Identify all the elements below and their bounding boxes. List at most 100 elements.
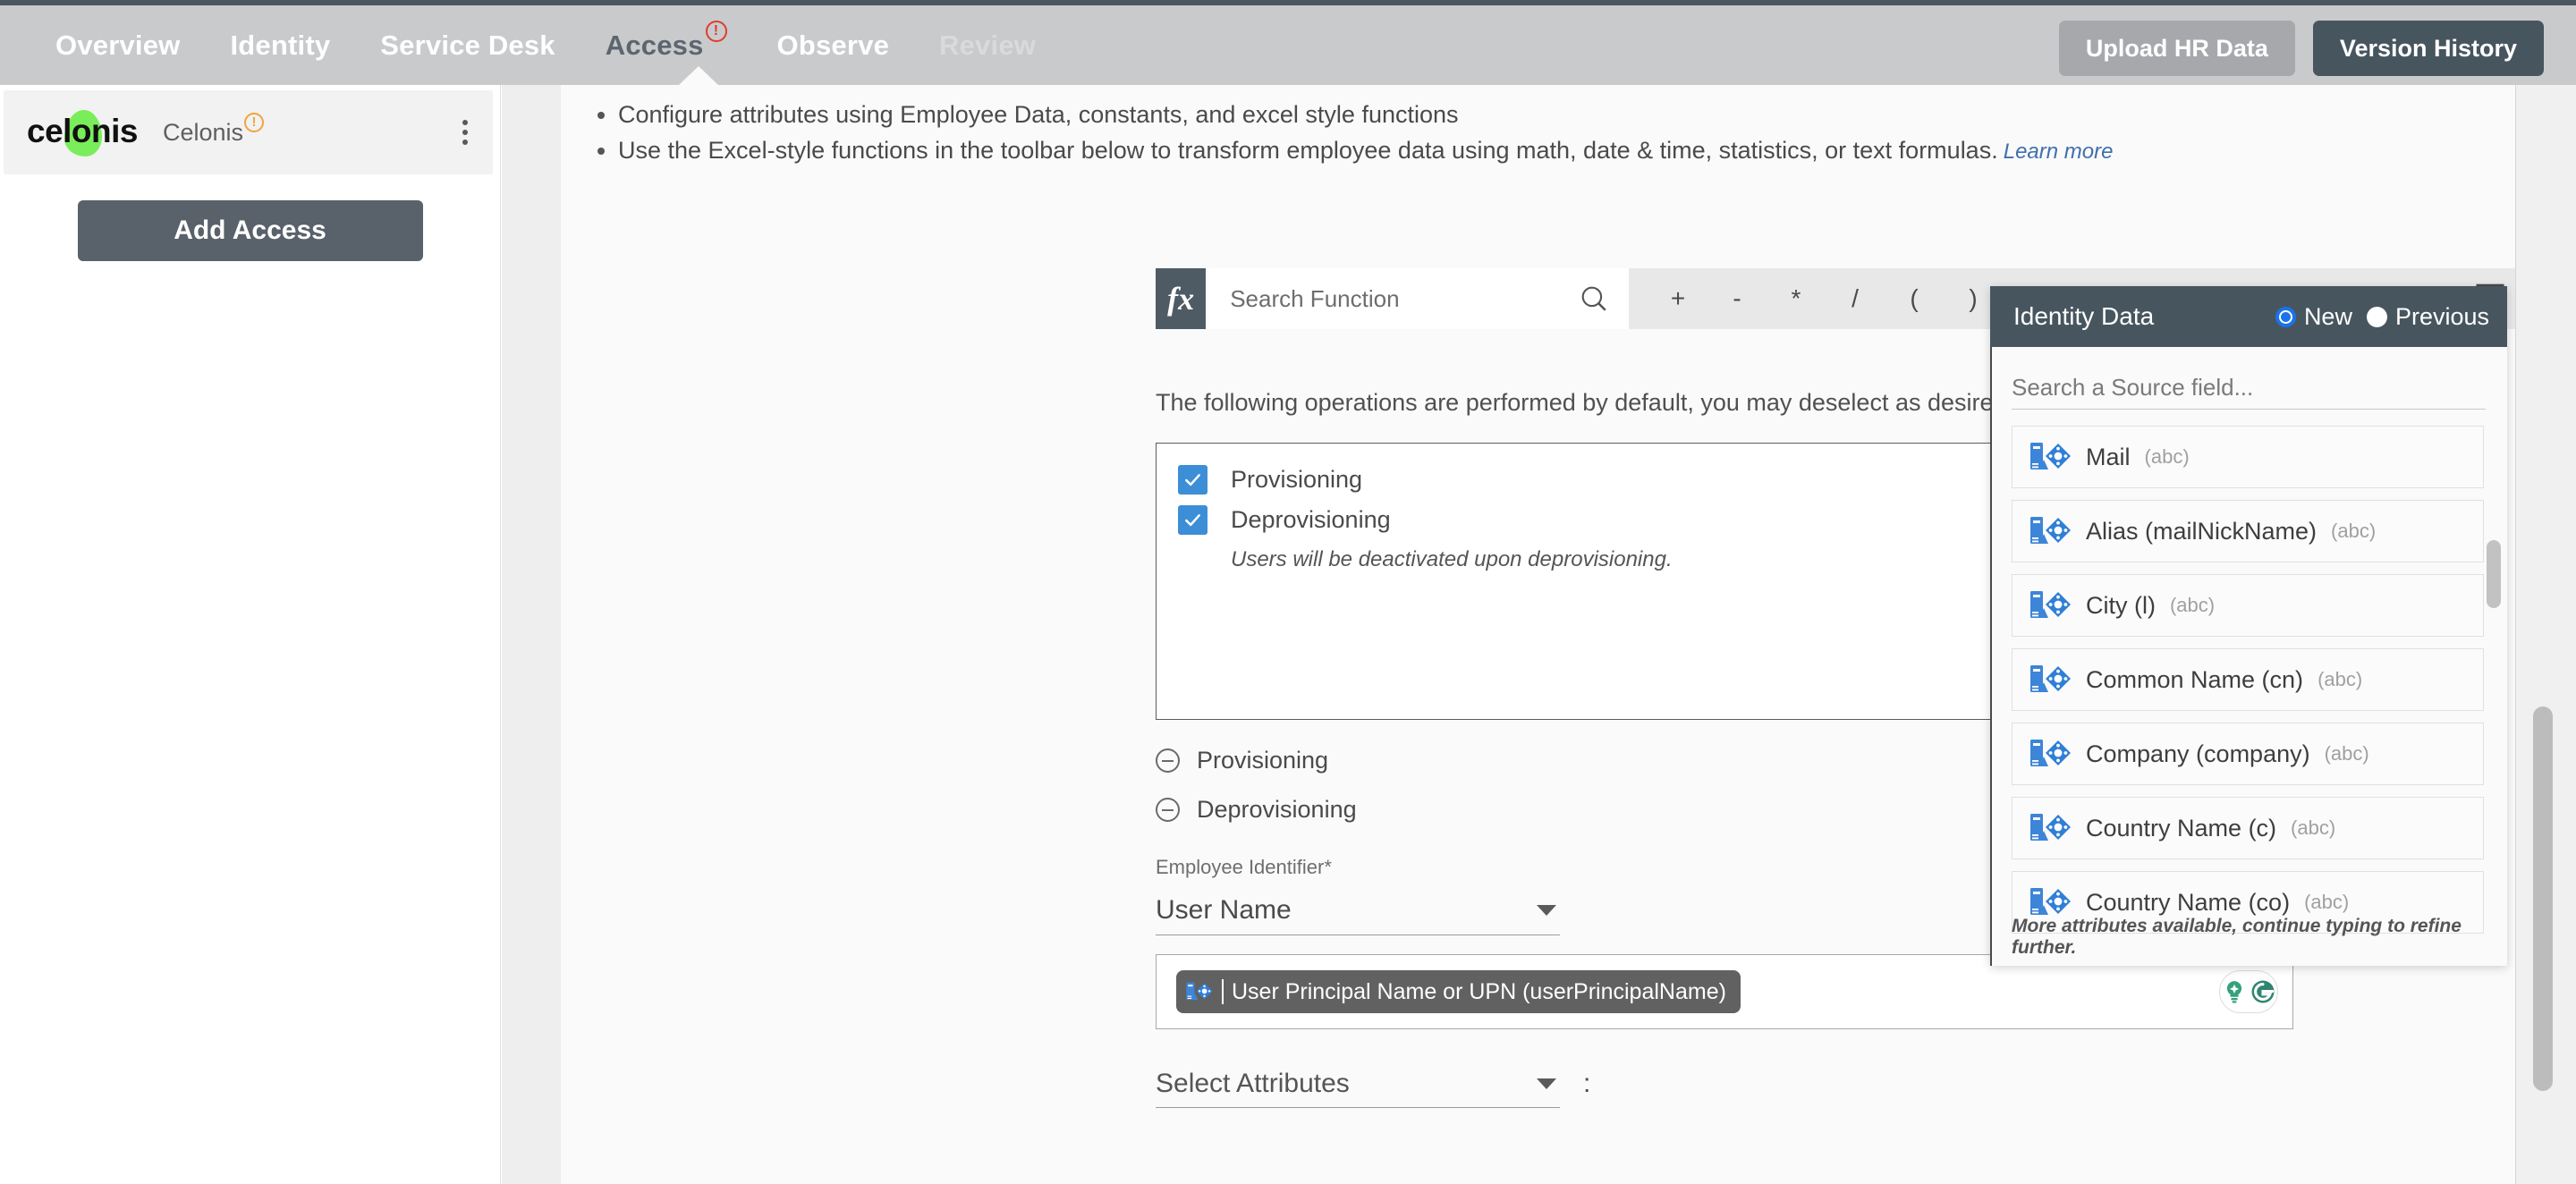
tab-overview[interactable]: Overview	[55, 30, 180, 62]
intro-bullet-2: Use the Excel-style functions in the too…	[618, 133, 2515, 169]
chevron-down-icon	[1537, 905, 1556, 916]
top-navigation-bar: Overview Identity Service Desk Access ! …	[0, 0, 2576, 85]
list-item[interactable]: Alias (mailNickName) (abc)	[2012, 500, 2484, 562]
tab-review-label: Review	[939, 30, 1036, 62]
attribute-type: (abc)	[2291, 816, 2335, 840]
attribute-type: (abc)	[2170, 594, 2215, 617]
operator-minus[interactable]: -	[1707, 284, 1767, 313]
upload-hr-data-button[interactable]: Upload HR Data	[2059, 21, 2295, 76]
active-directory-icon	[2029, 588, 2075, 622]
operator-plus[interactable]: +	[1648, 284, 1707, 313]
identity-data-body: Search a Source field... Mail (abc)	[1990, 347, 2507, 966]
active-directory-icon	[2029, 811, 2075, 845]
alert-badge-icon: !	[706, 21, 727, 42]
collapsible-deprovisioning-label: Deprovisioning	[1197, 796, 1357, 824]
add-access-button[interactable]: Add Access	[78, 200, 423, 261]
fx-button[interactable]: fx	[1156, 268, 1206, 329]
attribute-type: (abc)	[2318, 668, 2362, 691]
version-history-button[interactable]: Version History	[2313, 21, 2544, 76]
search-function-input[interactable]: Search Function	[1208, 268, 1629, 329]
organization-warning-icon: !	[244, 113, 264, 132]
list-item[interactable]: City (l) (abc)	[2012, 574, 2484, 637]
active-directory-icon	[2029, 514, 2075, 548]
nav-tabs: Overview Identity Service Desk Access ! …	[55, 5, 1086, 85]
page-scrollbar-thumb[interactable]	[2533, 706, 2553, 1091]
list-item[interactable]: Company (company) (abc)	[2012, 723, 2484, 785]
collapsible-provisioning-label: Provisioning	[1197, 747, 1328, 774]
formula-token-chip[interactable]: User Principal Name or UPN (userPrincipa…	[1176, 970, 1741, 1013]
radio-new-icon[interactable]	[2275, 307, 2296, 327]
intro-bullet-1: Configure attributes using Employee Data…	[618, 97, 2515, 132]
text-cursor-icon	[1222, 979, 1224, 1004]
intro-instructions: Configure attributes using Employee Data…	[561, 85, 2515, 169]
checkbox-provisioning[interactable]	[1178, 465, 1208, 495]
grammarly-g-icon[interactable]	[2250, 978, 2276, 1005]
attribute-name: Country Name (c)	[2086, 815, 2276, 842]
radio-previous-label: Previous	[2395, 303, 2489, 331]
lightbulb-sparkle-icon[interactable]	[2221, 978, 2248, 1005]
default-operations-caption: The following operations are performed b…	[1156, 389, 2023, 417]
attribute-separator: :	[1583, 1069, 1590, 1099]
select-attributes-dropdown[interactable]: Select Attributes	[1156, 1060, 1560, 1108]
list-item[interactable]: Common Name (cn) (abc)	[2012, 648, 2484, 711]
radio-previous-icon[interactable]	[2367, 307, 2387, 327]
left-sidebar: celonis Celonis ! Add Access	[0, 85, 501, 1184]
radio-option-new[interactable]: New	[2275, 303, 2352, 331]
celonis-logo-icon: celonis	[27, 113, 147, 152]
tab-observe-label: Observe	[777, 30, 889, 62]
active-tab-pointer-icon	[678, 66, 719, 86]
active-directory-icon	[2029, 885, 2075, 919]
checkbox-deprovisioning[interactable]	[1178, 505, 1208, 535]
attribute-type: (abc)	[2331, 520, 2376, 543]
list-item[interactable]: Mail (abc)	[2012, 426, 2484, 488]
source-field-search-placeholder: Search a Source field...	[2012, 374, 2253, 402]
tab-access-label: Access	[606, 30, 704, 62]
operation-label-deprovisioning: Deprovisioning	[1231, 506, 1391, 534]
identity-data-source-toggle: New Previous	[2275, 303, 2507, 331]
identity-data-title: Identity Data	[2013, 302, 2154, 331]
operator-divide[interactable]: /	[1826, 284, 1885, 313]
content-gutter	[502, 85, 561, 1184]
learn-more-link[interactable]: Learn more	[2004, 140, 2114, 164]
assist-icons-group[interactable]	[2219, 970, 2278, 1013]
active-directory-icon	[2029, 663, 2075, 697]
operator-open-paren[interactable]: (	[1885, 284, 1944, 313]
organization-card[interactable]: celonis Celonis !	[4, 90, 493, 174]
collapsible-provisioning[interactable]: Provisioning	[1156, 747, 1328, 774]
source-field-search-input[interactable]: Search a Source field...	[2012, 367, 2486, 410]
tab-access[interactable]: Access !	[606, 30, 727, 62]
celonis-logo-text: celonis	[27, 113, 147, 150]
employee-identifier-value: User Name	[1156, 895, 1292, 926]
kebab-menu-icon[interactable]	[457, 114, 473, 150]
collapsible-deprovisioning[interactable]: Deprovisioning	[1156, 796, 1357, 824]
employee-identifier-select[interactable]: User Name	[1156, 885, 1560, 935]
attribute-name: Country Name (co)	[2086, 889, 2290, 917]
formula-token-label: User Principal Name or UPN (userPrincipa…	[1232, 979, 1726, 1005]
radio-new-label: New	[2304, 303, 2352, 331]
identity-data-header: Identity Data New Previous	[1990, 286, 2507, 347]
attribute-type: (abc)	[2325, 742, 2369, 765]
tab-identity-label: Identity	[230, 30, 330, 62]
radio-option-previous[interactable]: Previous	[2367, 303, 2489, 331]
tab-identity[interactable]: Identity	[230, 30, 330, 62]
organization-name: Celonis !	[163, 119, 264, 147]
attribute-type: (abc)	[2304, 891, 2349, 914]
minus-circle-icon	[1156, 798, 1180, 822]
chevron-down-icon	[1537, 1078, 1556, 1089]
operator-multiply[interactable]: *	[1767, 284, 1826, 313]
active-directory-icon	[2029, 737, 2075, 771]
select-attributes-row: Select Attributes :	[1156, 1060, 1590, 1108]
tab-overview-label: Overview	[55, 30, 180, 62]
select-attributes-value: Select Attributes	[1156, 1069, 1350, 1099]
list-item[interactable]: Country Name (c) (abc)	[2012, 797, 2484, 859]
tab-service-desk-label: Service Desk	[380, 30, 555, 62]
identity-data-panel: Identity Data New Previous Search a Sour…	[1990, 286, 2507, 966]
attribute-type: (abc)	[2145, 445, 2190, 469]
tab-observe[interactable]: Observe	[777, 30, 889, 62]
tab-service-desk[interactable]: Service Desk	[380, 30, 555, 62]
search-function-placeholder: Search Function	[1230, 285, 1399, 313]
tab-review[interactable]: Review	[939, 30, 1036, 62]
identity-panel-scrollbar[interactable]	[2487, 540, 2501, 608]
identity-panel-footnote: More attributes available, continue typi…	[2012, 916, 2507, 959]
employee-identifier-label: Employee Identifier*	[1156, 856, 1332, 879]
